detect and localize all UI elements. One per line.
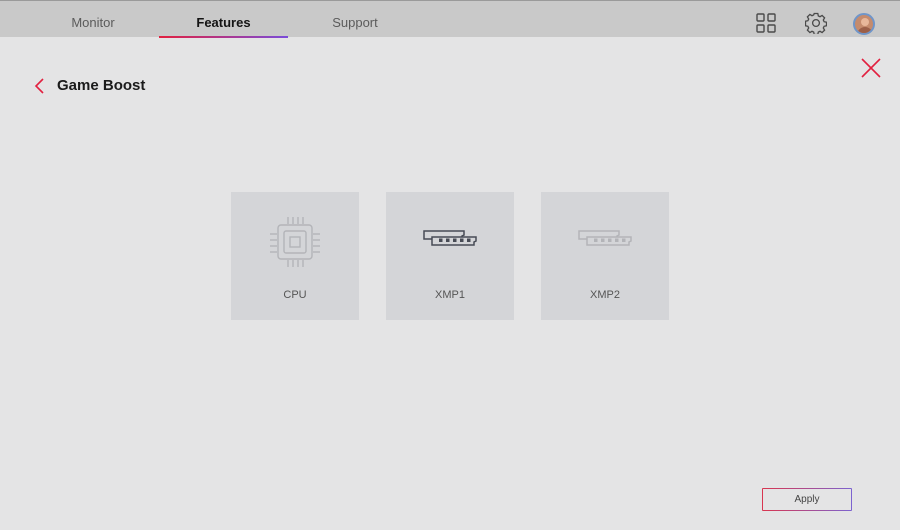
card-xmp2[interactable]: XMP2 [541,192,669,320]
card-xmp1[interactable]: XMP1 [386,192,514,320]
tab-monitor[interactable]: Monitor [50,1,136,37]
chevron-left-icon[interactable] [33,77,47,95]
tab-features[interactable]: Features [159,1,288,38]
card-cpu[interactable]: CPU [231,192,359,320]
close-icon[interactable] [860,57,882,79]
tab-support[interactable]: Support [312,1,398,37]
card-label: CPU [283,289,307,301]
gear-icon[interactable] [805,12,827,34]
page-title: Game Boost [57,77,146,94]
avatar-head [861,18,869,26]
memory-icon [423,230,477,246]
cpu-icon [270,217,320,267]
tab-features-label: Features [196,15,251,30]
memory-icon [578,230,632,246]
avatar[interactable] [853,13,875,35]
active-tab-indicator [159,36,288,38]
grid-icon[interactable] [755,12,777,34]
apply-button[interactable]: Apply [762,488,852,511]
top-nav-bar: Monitor Features Support [0,0,900,38]
card-label: XMP1 [435,289,465,301]
avatar-body [857,27,873,33]
card-label: XMP2 [590,289,620,301]
